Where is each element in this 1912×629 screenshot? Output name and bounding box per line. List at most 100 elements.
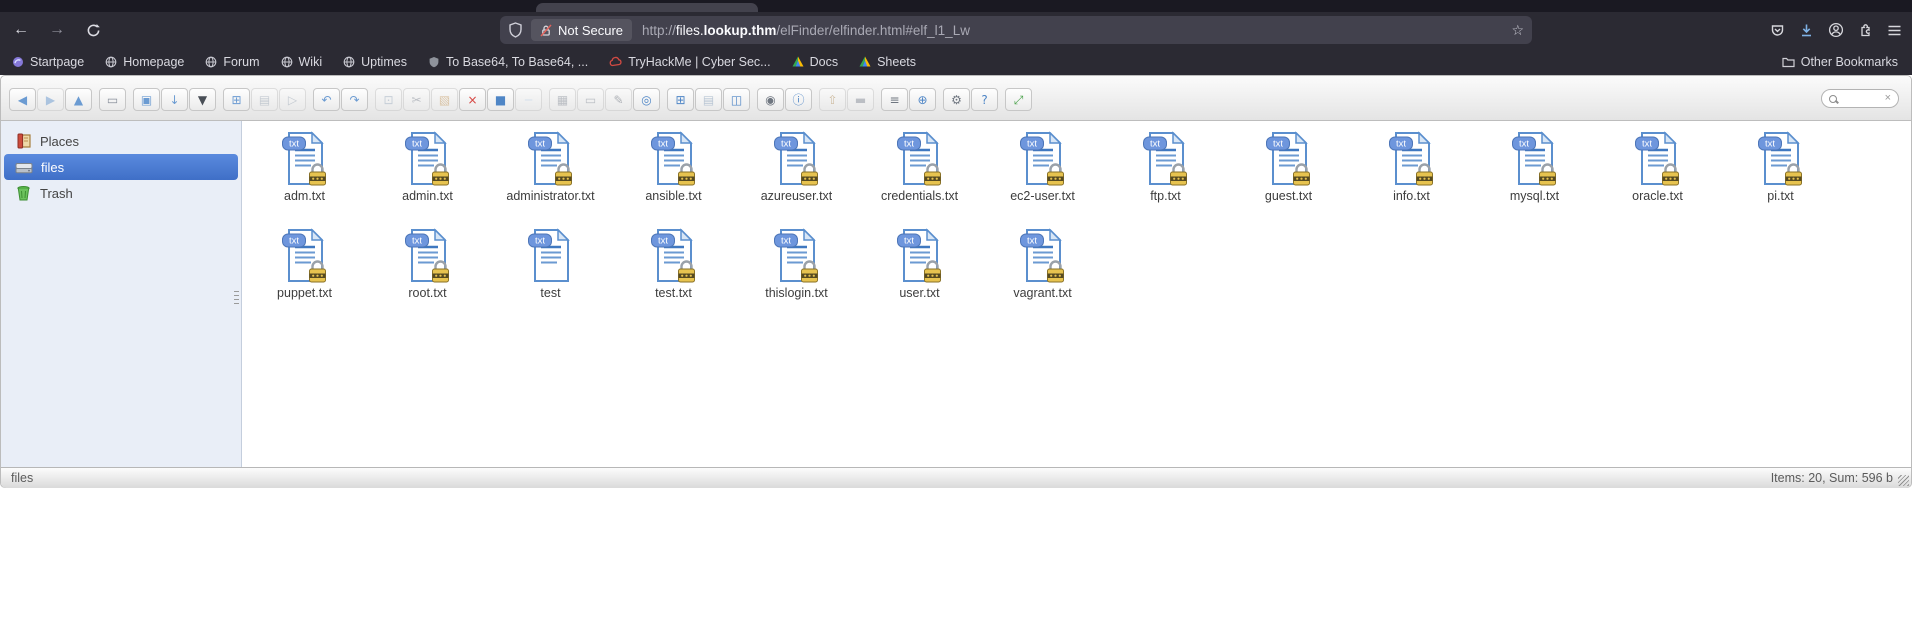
file-item[interactable]: txt ansible.txt [612, 126, 735, 223]
view-list-button[interactable]: ▤ [695, 88, 722, 111]
pocket-icon[interactable] [1770, 23, 1785, 38]
search-clear-icon[interactable]: × [1885, 93, 1891, 104]
other-bookmarks-button[interactable]: Other Bookmarks [1782, 55, 1898, 69]
reload-button[interactable] [78, 16, 108, 44]
tab-strip [0, 0, 1912, 12]
fullscreen-button[interactable]: ⤢ [1005, 88, 1032, 111]
drive-icon [792, 56, 804, 67]
bookmark-item[interactable]: Startpage [12, 55, 84, 69]
redo-button[interactable]: ↷ [341, 88, 368, 111]
extract-button[interactable]: ⇧ [819, 88, 846, 111]
split-button[interactable]: ◫ [723, 88, 750, 111]
file-item[interactable]: txt azureuser.txt [735, 126, 858, 223]
bookmark-label: Uptimes [361, 54, 407, 69]
bookmark-item[interactable]: Docs [792, 55, 838, 69]
url-bar[interactable]: Not Secure http://files.lookup.thm/elFin… [500, 16, 1532, 44]
active-tab[interactable] [536, 3, 758, 12]
file-item[interactable]: txt ec2-user.txt [981, 126, 1104, 223]
search-box[interactable]: × [1821, 89, 1899, 108]
info-icon: ⓘ [792, 92, 805, 107]
mkfile-button[interactable]: ▤ [251, 88, 278, 111]
cut-button[interactable]: ✂ [403, 88, 430, 111]
shield-permissions-icon[interactable] [508, 22, 523, 38]
file-item[interactable]: txt test.txt [612, 223, 735, 320]
file-item[interactable]: txt mysql.txt [1473, 126, 1596, 223]
bookmark-item[interactable]: Homepage [105, 55, 184, 69]
duplicate-button[interactable]: ▦ [549, 88, 576, 111]
folder-icon [1782, 57, 1795, 67]
file-item[interactable]: txt user.txt [858, 223, 981, 320]
bookmark-item[interactable]: Forum [205, 55, 260, 69]
rename-button[interactable]: ▭ [577, 88, 604, 111]
file-item[interactable]: txt administrator.txt [489, 126, 612, 223]
info-button[interactable]: ⓘ [785, 88, 812, 111]
account-icon[interactable] [1828, 22, 1844, 38]
file-icon: txt [1265, 131, 1310, 186]
drive-icon [859, 56, 871, 67]
duplicate-icon: ▦ [556, 92, 569, 107]
empty-button[interactable]: ■ [487, 88, 514, 111]
bookmark-item[interactable]: Uptimes [343, 55, 407, 69]
file-item[interactable]: txt guest.txt [1227, 126, 1350, 223]
paste-button[interactable]: ▧ [431, 88, 458, 111]
netmount-button[interactable]: ▭ [99, 88, 126, 111]
copy-button[interactable]: ⊡ [375, 88, 402, 111]
view-list-icon: ▤ [702, 92, 715, 107]
menu-icon[interactable] [1887, 24, 1902, 37]
file-name: root.txt [408, 286, 447, 300]
upload-button[interactable]: ▷ [279, 88, 306, 111]
sidebar-item-files[interactable]: files [4, 154, 238, 180]
security-chip[interactable]: Not Secure [531, 19, 633, 41]
file-icon: txt [404, 228, 449, 283]
open-button[interactable]: ▣ [133, 88, 160, 111]
sidebar-item-places[interactable]: Places [1, 128, 241, 154]
undo-button[interactable]: ↶ [313, 88, 340, 111]
file-item[interactable]: txt vagrant.txt [981, 223, 1104, 320]
download-button[interactable]: ↓ [161, 88, 188, 111]
up-button[interactable]: ▲ [65, 88, 92, 111]
file-item[interactable]: txt test [489, 223, 612, 320]
sidebar-resize-handle[interactable] [234, 291, 239, 307]
bookmark-star-icon[interactable]: ☆ [1511, 22, 1524, 39]
file-item[interactable]: txt info.txt [1350, 126, 1473, 223]
preference-icon: ⚙ [951, 92, 962, 107]
preference-button[interactable]: ⚙ [943, 88, 970, 111]
edit-button[interactable]: ✎ [605, 88, 632, 111]
file-item[interactable]: txt oracle.txt [1596, 126, 1719, 223]
file-item[interactable]: txt adm.txt [243, 126, 366, 223]
sort-button[interactable]: ≡ [881, 88, 908, 111]
bookmark-item[interactable]: Wiki [281, 55, 322, 69]
svg-text:txt: txt [1518, 139, 1528, 150]
file-item[interactable]: txt ftp.txt [1104, 126, 1227, 223]
file-item[interactable]: txt admin.txt [366, 126, 489, 223]
quicklook-button[interactable]: ◎ [633, 88, 660, 111]
view-icons-button[interactable]: ⊞ [667, 88, 694, 111]
svg-text:txt: txt [534, 236, 544, 247]
archive-button[interactable]: ▬ [847, 88, 874, 111]
delete-button[interactable]: × [459, 88, 486, 111]
forward-button[interactable]: ▶ [37, 88, 64, 111]
charset-button[interactable]: ⊕ [909, 88, 936, 111]
bookmark-item[interactable]: Sheets [859, 55, 916, 69]
resize-button[interactable]: ─ [515, 88, 542, 111]
forward-button[interactable]: → [42, 16, 72, 44]
file-item[interactable]: txt credentials.txt [858, 126, 981, 223]
back-button[interactable]: ◀ [9, 88, 36, 111]
bookmark-item[interactable]: To Base64, To Base64, ... [428, 55, 588, 69]
preview-button[interactable]: ◉ [757, 88, 784, 111]
file-item[interactable]: txt pi.txt [1719, 126, 1842, 223]
bookmark-item[interactable]: TryHackMe | Cyber Sec... [609, 55, 771, 69]
extensions-icon[interactable] [1858, 23, 1873, 38]
save-button[interactable]: ▼ [189, 88, 216, 111]
elfinder-body: Places files Trash txt adm.txt txt admin… [1, 121, 1911, 467]
file-item[interactable]: txt thislogin.txt [735, 223, 858, 320]
help-button[interactable]: ? [971, 88, 998, 111]
mkdir-button[interactable]: ⊞ [223, 88, 250, 111]
sidebar-item-trash[interactable]: Trash [1, 180, 241, 206]
toolbar-group: ↶ ↷ [313, 88, 368, 111]
file-item[interactable]: txt root.txt [366, 223, 489, 320]
downloads-icon[interactable] [1799, 23, 1814, 38]
back-button[interactable]: ← [6, 16, 36, 44]
file-item[interactable]: txt puppet.txt [243, 223, 366, 320]
resize-grip-icon[interactable] [1898, 475, 1909, 486]
